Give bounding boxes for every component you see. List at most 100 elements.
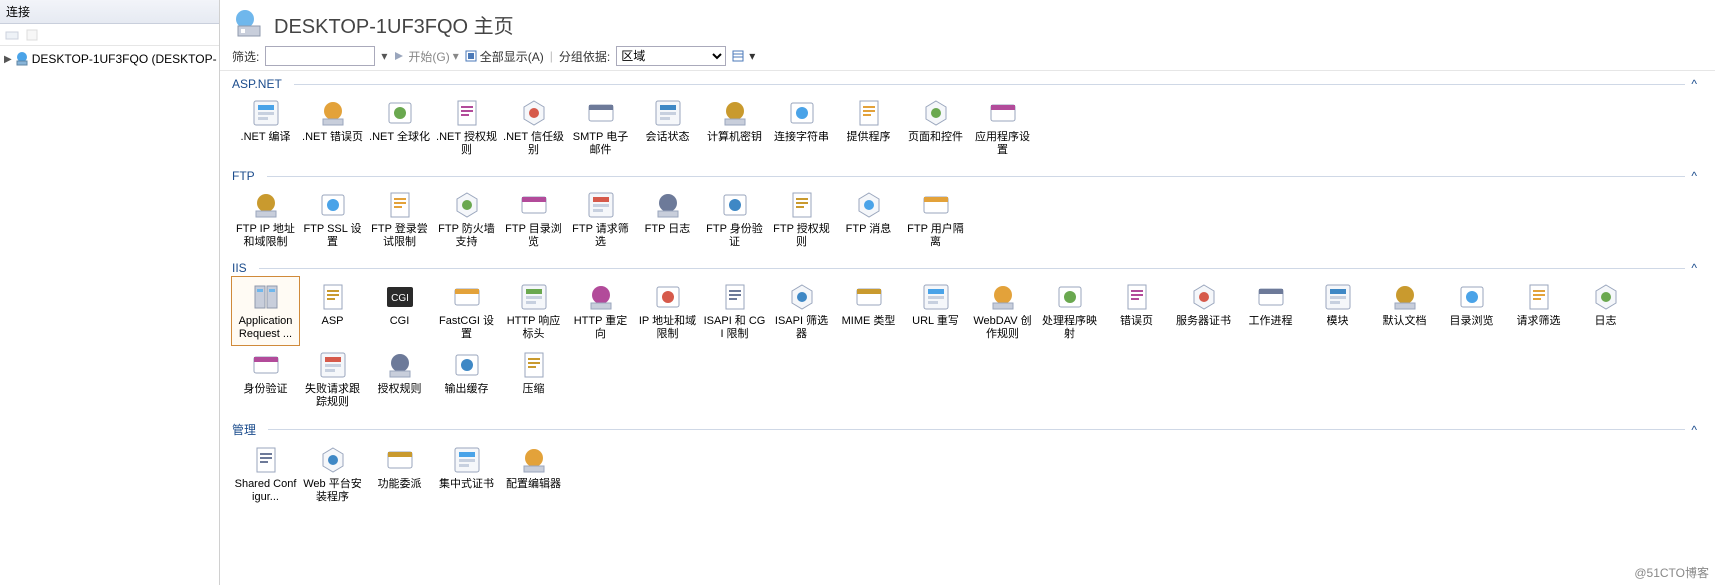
feature-item-config-editor[interactable]: 配置编辑器 bbox=[500, 440, 567, 508]
feature-item-fastcgi[interactable]: FastCGI 设置 bbox=[433, 277, 500, 345]
feature-item-ftp-authz[interactable]: FTP 授权规则 bbox=[768, 185, 835, 253]
feature-item-url-rewrite[interactable]: URL 重写 bbox=[902, 277, 969, 345]
feature-item-net-compile[interactable]: .NET 编译 bbox=[232, 93, 299, 161]
group-header[interactable]: ASP.NET^ bbox=[232, 75, 1703, 93]
ftp-log-icon bbox=[652, 189, 684, 221]
groupby-label: 分组依据: bbox=[559, 48, 610, 65]
group-header[interactable]: IIS^ bbox=[232, 259, 1703, 277]
ftp-logon-icon bbox=[384, 189, 416, 221]
feature-item-http-redirect[interactable]: HTTP 重定向 bbox=[567, 277, 634, 345]
feature-item-web-pi[interactable]: Web 平台安装程序 bbox=[299, 440, 366, 508]
feature-item-pages-controls[interactable]: 页面和控件 bbox=[902, 93, 969, 161]
feature-item-shared-config[interactable]: Shared Configur... bbox=[232, 440, 299, 508]
filter-input[interactable] bbox=[265, 46, 375, 66]
feature-item-error-pages[interactable]: 错误页 bbox=[1103, 277, 1170, 345]
feature-group: IIS^Application Request ...ASPCGICGIFast… bbox=[232, 259, 1703, 413]
feature-item-isapi-cgi[interactable]: ISAPI 和 CGI 限制 bbox=[701, 277, 768, 345]
shared-config-icon bbox=[250, 444, 282, 476]
feature-item-ftp-auth[interactable]: FTP 身份验证 bbox=[701, 185, 768, 253]
feature-label: 连接字符串 bbox=[774, 131, 829, 159]
smtp-icon bbox=[585, 97, 617, 129]
feature-item-req-filter[interactable]: 请求筛选 bbox=[1505, 277, 1572, 345]
view-options-button[interactable]: ▾ bbox=[732, 49, 755, 63]
server-cert-icon bbox=[1188, 281, 1220, 313]
feature-item-authentication[interactable]: 身份验证 bbox=[232, 345, 299, 413]
default-doc-icon bbox=[1389, 281, 1421, 313]
filter-showall-button[interactable]: 全部显示(A) bbox=[465, 48, 544, 65]
feature-item-mime[interactable]: MIME 类型 bbox=[835, 277, 902, 345]
toolbar-connect-icon[interactable] bbox=[4, 27, 20, 43]
feature-label: .NET 信任级别 bbox=[502, 131, 565, 159]
show-all-icon bbox=[465, 50, 477, 62]
collapse-icon[interactable]: ^ bbox=[1691, 261, 1697, 275]
collapse-icon[interactable]: ^ bbox=[1691, 77, 1697, 91]
feature-item-isapi-filters[interactable]: ISAPI 筛选器 bbox=[768, 277, 835, 345]
modules-icon bbox=[1322, 281, 1354, 313]
worker-proc-icon bbox=[1255, 281, 1287, 313]
group-header[interactable]: FTP^ bbox=[232, 167, 1703, 185]
feature-item-app-settings[interactable]: 应用程序设置 bbox=[969, 93, 1036, 161]
tree-node-server[interactable]: ▶ DESKTOP-1UF3FQO (DESKTOP-1 bbox=[2, 50, 217, 68]
feature-item-providers[interactable]: 提供程序 bbox=[835, 93, 902, 161]
feature-label: .NET 授权规则 bbox=[435, 131, 498, 159]
feature-item-output-cache[interactable]: 输出缓存 bbox=[433, 345, 500, 413]
feature-item-failed-req[interactable]: 失败请求跟踪规则 bbox=[299, 345, 366, 413]
feature-item-arr[interactable]: Application Request ... bbox=[232, 277, 299, 345]
feature-label: .NET 编译 bbox=[241, 131, 291, 159]
feature-item-ftp-ssl[interactable]: FTP SSL 设置 bbox=[299, 185, 366, 253]
feature-item-ftp-reqfilter[interactable]: FTP 请求筛选 bbox=[567, 185, 634, 253]
feature-item-ftp-logon[interactable]: FTP 登录尝试限制 bbox=[366, 185, 433, 253]
group-header[interactable]: 管理^ bbox=[232, 419, 1703, 440]
feature-item-session-state[interactable]: 会话状态 bbox=[634, 93, 701, 161]
feature-item-smtp[interactable]: SMTP 电子邮件 bbox=[567, 93, 634, 161]
feature-item-net-authorization[interactable]: .NET 授权规则 bbox=[433, 93, 500, 161]
feature-item-http-response[interactable]: HTTP 响应标头 bbox=[500, 277, 567, 345]
feature-item-modules[interactable]: 模块 bbox=[1304, 277, 1371, 345]
group-items: FTP IP 地址和域限制FTP SSL 设置FTP 登录尝试限制FTP 防火墙… bbox=[232, 185, 1703, 253]
feature-item-central-cert[interactable]: 集中式证书 bbox=[433, 440, 500, 508]
feature-item-webdav[interactable]: WebDAV 创作规则 bbox=[969, 277, 1036, 345]
tree-node-label: DESKTOP-1UF3FQO (DESKTOP-1 bbox=[32, 52, 217, 66]
feature-item-net-trust[interactable]: .NET 信任级别 bbox=[500, 93, 567, 161]
feature-item-net-error-pages[interactable]: .NET 错误页 bbox=[299, 93, 366, 161]
groupby-select[interactable]: 区域 bbox=[616, 46, 726, 66]
config-editor-icon bbox=[518, 444, 550, 476]
feature-item-ftp-ip[interactable]: FTP IP 地址和域限制 bbox=[232, 185, 299, 253]
feature-label: 工作进程 bbox=[1249, 315, 1293, 343]
feature-item-authorization[interactable]: 授权规则 bbox=[366, 345, 433, 413]
collapse-icon[interactable]: ^ bbox=[1691, 169, 1697, 183]
req-filter-icon bbox=[1523, 281, 1555, 313]
feature-label: 错误页 bbox=[1120, 315, 1153, 343]
toolbar-save-icon[interactable] bbox=[24, 27, 40, 43]
asp-icon bbox=[317, 281, 349, 313]
net-trust-icon bbox=[518, 97, 550, 129]
feature-item-ftp-isolation[interactable]: FTP 用户隔离 bbox=[902, 185, 969, 253]
feature-item-handler-map[interactable]: 处理程序映射 bbox=[1036, 277, 1103, 345]
feature-label: 日志 bbox=[1595, 315, 1617, 343]
feature-label: CGI bbox=[390, 315, 410, 343]
feature-label: 提供程序 bbox=[847, 131, 891, 159]
feature-item-machine-key[interactable]: 计算机密钥 bbox=[701, 93, 768, 161]
filter-go-button[interactable]: 开始(G) ▾ bbox=[393, 48, 458, 65]
providers-icon bbox=[853, 97, 885, 129]
feature-item-ftp-firewall[interactable]: FTP 防火墙支持 bbox=[433, 185, 500, 253]
feature-item-server-cert[interactable]: 服务器证书 bbox=[1170, 277, 1237, 345]
filter-label: 筛选: bbox=[232, 48, 259, 65]
collapse-icon[interactable]: ^ bbox=[1691, 423, 1697, 437]
feature-item-logging[interactable]: 日志 bbox=[1572, 277, 1639, 345]
feature-item-connection-strings[interactable]: 连接字符串 bbox=[768, 93, 835, 161]
feature-item-ftp-log[interactable]: FTP 日志 bbox=[634, 185, 701, 253]
feature-item-compression[interactable]: 压缩 bbox=[500, 345, 567, 413]
feature-label: FTP 身份验证 bbox=[703, 223, 766, 251]
tree-twisty-icon[interactable]: ▶ bbox=[4, 54, 12, 65]
feature-item-ip-domain[interactable]: IP 地址和域限制 bbox=[634, 277, 701, 345]
feature-item-feature-deleg[interactable]: 功能委派 bbox=[366, 440, 433, 508]
feature-item-asp[interactable]: ASP bbox=[299, 277, 366, 345]
feature-item-worker-proc[interactable]: 工作进程 bbox=[1237, 277, 1304, 345]
feature-item-default-doc[interactable]: 默认文档 bbox=[1371, 277, 1438, 345]
feature-item-ftp-dir[interactable]: FTP 目录浏览 bbox=[500, 185, 567, 253]
feature-item-ftp-messages[interactable]: FTP 消息 bbox=[835, 185, 902, 253]
feature-item-cgi[interactable]: CGICGI bbox=[366, 277, 433, 345]
feature-item-dir-browse[interactable]: 目录浏览 bbox=[1438, 277, 1505, 345]
feature-item-net-globalization[interactable]: .NET 全球化 bbox=[366, 93, 433, 161]
